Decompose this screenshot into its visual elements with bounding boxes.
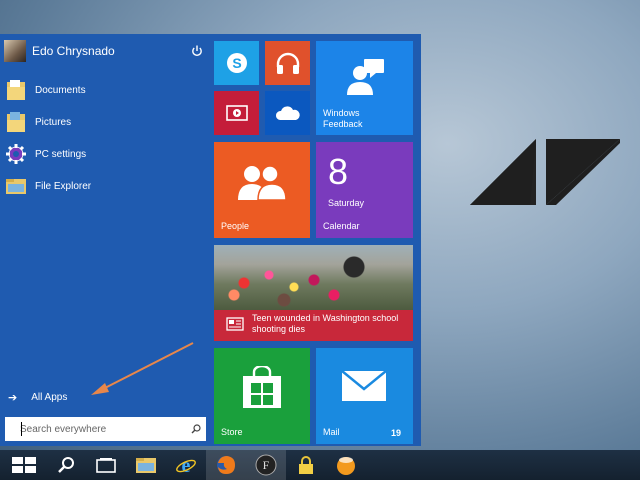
taskbar-internet-explorer[interactable]: e [166, 450, 206, 480]
tile-skype[interactable]: S [214, 41, 259, 85]
headphones-icon [276, 52, 299, 74]
cloud-icon [275, 106, 300, 120]
nav-item-pictures[interactable]: Pictures [4, 108, 204, 136]
power-icon [192, 45, 202, 57]
arrow-right-icon: ➔ [8, 391, 18, 404]
tile-music[interactable] [265, 41, 310, 85]
svg-text:S: S [232, 55, 241, 71]
tile-store[interactable]: Store [214, 348, 310, 444]
start-menu: Edo Chrysnado Documents Pictures PC sett… [0, 34, 421, 446]
tile-mail[interactable]: Mail 19 [316, 348, 413, 444]
calendar-weekday: Saturday [328, 198, 365, 208]
nav-item-label: File Explorer [35, 180, 92, 192]
tile-label: Mail [323, 427, 340, 437]
people-icon [238, 165, 287, 201]
taskbar-ball-app[interactable] [326, 450, 366, 480]
tile-video[interactable] [214, 91, 259, 135]
taskbar-task-view[interactable] [86, 450, 126, 480]
text-caret [21, 422, 22, 436]
tile-onedrive[interactable] [265, 91, 310, 135]
all-apps-label: All Apps [31, 391, 68, 403]
taskbar-lock-app[interactable] [286, 450, 326, 480]
svg-text:F: F [263, 458, 270, 472]
feedback-chat-icon [347, 59, 384, 95]
start-button[interactable] [2, 450, 46, 480]
all-apps-button[interactable]: ➔ All Apps [8, 388, 67, 406]
tile-label: Calendar [323, 221, 360, 231]
video-icon [225, 105, 248, 121]
taskbar-file-explorer[interactable] [126, 450, 166, 480]
file-explorer-icon [136, 458, 156, 473]
tile-calendar[interactable]: 8 Saturday Calendar [316, 142, 413, 238]
lock-icon [299, 456, 313, 474]
search-icon[interactable] [191, 424, 201, 434]
file-explorer-icon [4, 174, 28, 198]
search-input[interactable] [20, 423, 191, 435]
windows-logo-icon [12, 457, 36, 473]
nav-item-label: Documents [35, 84, 86, 96]
svg-text:e: e [182, 455, 191, 476]
tile-news[interactable]: Teen wounded in Washington school shooti… [214, 245, 413, 341]
calendar-day: 8 [328, 151, 349, 192]
store-bag-icon [243, 366, 281, 408]
pictures-folder-icon [4, 110, 28, 134]
nav-item-documents[interactable]: Documents [4, 76, 204, 104]
firefox-icon [217, 456, 235, 474]
tile-label: People [221, 221, 250, 231]
news-headline: Teen wounded in Washington school shooti… [252, 313, 399, 334]
tile-label: Windows Feedback [323, 108, 363, 129]
desktop-wallpaper-logo [470, 139, 620, 205]
nav-item-label: Pictures [35, 116, 72, 128]
tile-label: Store [221, 427, 243, 437]
user-name: Edo Chrysnado [32, 44, 115, 58]
taskbar-f-app[interactable]: F [246, 450, 286, 480]
search-icon [58, 457, 74, 473]
nav-item-pc-settings[interactable]: PC settings [4, 140, 204, 168]
user-account[interactable]: Edo Chrysnado [4, 40, 206, 62]
tile-people[interactable]: People [214, 142, 310, 238]
taskbar-search[interactable] [46, 450, 86, 480]
news-photo [214, 245, 413, 310]
ball-app-icon [337, 457, 355, 475]
documents-folder-icon [4, 78, 28, 102]
mail-unread-count: 19 [390, 428, 401, 438]
taskbar: e F [0, 450, 640, 480]
gear-icon [4, 142, 28, 166]
avatar [4, 40, 26, 62]
power-button[interactable] [188, 42, 206, 60]
internet-explorer-icon: e [176, 455, 196, 476]
news-icon [226, 317, 244, 331]
f-app-icon: F [255, 454, 277, 476]
annotation-arrow [91, 342, 194, 395]
taskbar-firefox[interactable] [206, 450, 246, 480]
search-box[interactable] [5, 417, 206, 441]
nav-item-file-explorer[interactable]: File Explorer [4, 172, 204, 200]
mail-envelope-icon [341, 370, 387, 401]
skype-icon: S [226, 53, 247, 73]
task-view-icon [96, 458, 116, 473]
tile-windows-feedback[interactable]: Windows Feedback [316, 41, 413, 135]
nav-item-label: PC settings [35, 148, 87, 160]
